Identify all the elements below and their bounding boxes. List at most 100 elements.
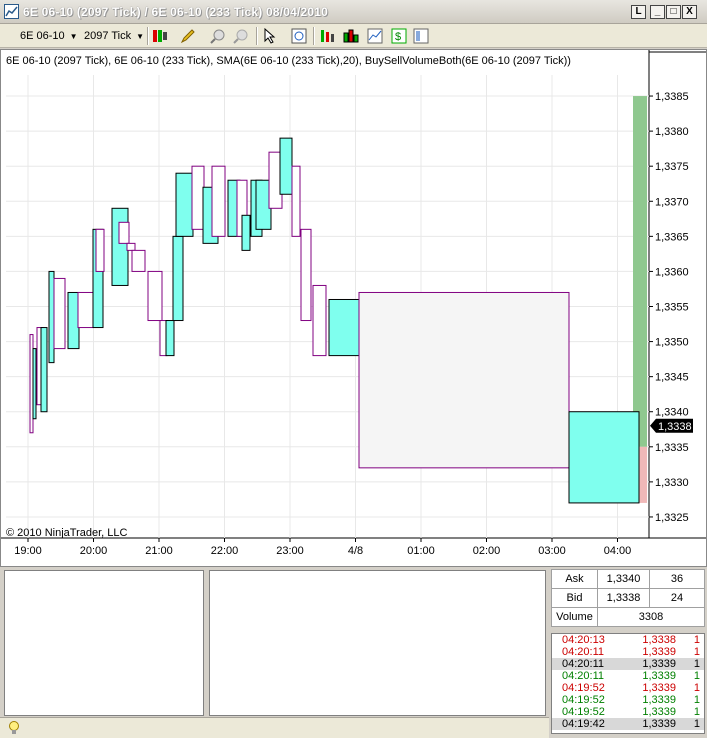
window-title-bar[interactable]: 6E 06-10 (2097 Tick) / 6E 06-10 (233 Tic… — [0, 0, 707, 24]
y-tick-label: 1,3375 — [655, 161, 689, 173]
y-tick-label: 1,3340 — [655, 407, 689, 419]
chevron-down-icon: ▼ — [69, 31, 78, 41]
candle — [300, 228, 312, 322]
status-bar — [0, 717, 549, 738]
ts-price: 1,3339 — [642, 682, 676, 694]
maximize-button[interactable]: □ — [666, 5, 681, 19]
chart-panel[interactable]: 1,3385 1,3380 1,3375 1,3370 1,3365 1,3360 1,33… — [0, 49, 707, 567]
candle — [172, 235, 184, 322]
candle — [358, 291, 570, 469]
last-price-label: 1,3338 — [658, 421, 692, 433]
lightbulb-icon[interactable] — [7, 720, 21, 736]
ts-price: 1,3339 — [642, 658, 676, 670]
chart-toolbar: 6E 06-10 ▼ 2097 Tick ▼ $ — [0, 24, 707, 48]
ask-size: 36 — [649, 569, 705, 589]
copyright-text: © 2010 NinjaTrader, LLC — [6, 527, 128, 539]
y-tick-label: 1,3355 — [655, 302, 689, 314]
y-tick-label: 1,3350 — [655, 337, 689, 349]
y-tick-label: 1,3385 — [655, 91, 689, 103]
y-tick-label: 1,3325 — [655, 512, 689, 524]
bar-chart-icon[interactable] — [343, 28, 359, 44]
candle — [241, 214, 251, 251]
ts-time: 04:19:52 — [562, 694, 605, 706]
candle — [32, 348, 37, 420]
y-tick-label: 1,3330 — [655, 477, 689, 489]
ts-row: 04:19:52 1,3339 1 — [552, 694, 704, 706]
ts-row: 04:20:11 1,3339 1 — [552, 646, 704, 658]
toolbar-divider — [256, 27, 257, 45]
dollar-icon[interactable]: $ — [391, 28, 407, 44]
data-box-icon[interactable] — [367, 28, 383, 44]
zoom-in-icon[interactable] — [210, 28, 226, 44]
candle — [118, 221, 130, 244]
x-tick-label: 22:00 — [211, 545, 239, 557]
candle — [48, 270, 55, 364]
app-chart-icon — [4, 4, 19, 19]
bid-price: 1,3338 — [597, 588, 650, 608]
cursor-pointer-icon[interactable] — [262, 28, 278, 44]
candle — [67, 291, 80, 350]
ts-size: 1 — [693, 706, 700, 718]
interval-selector[interactable]: 2097 Tick ▼ — [84, 27, 144, 45]
volume-row: Volume 3308 — [551, 607, 705, 627]
chevron-down-icon: ▼ — [136, 31, 145, 41]
chart-properties-icon[interactable] — [319, 28, 335, 44]
middle-pane[interactable] — [209, 570, 546, 716]
svg-text:$: $ — [395, 31, 401, 43]
ts-time: 04:19:52 — [562, 682, 605, 694]
x-tick-label: 19:00 — [14, 545, 42, 557]
price-chart[interactable]: 1,3385 1,3380 1,3375 1,3370 1,3365 1,3360 1,33… — [1, 50, 706, 566]
minimize-button[interactable]: _ — [650, 5, 665, 19]
ts-row: 04:20:11 1,3339 1 — [552, 670, 704, 682]
ask-price: 1,3340 — [597, 569, 650, 589]
ts-size: 1 — [693, 658, 700, 670]
buy-volume-bar — [633, 96, 647, 447]
candle — [40, 327, 48, 413]
candle — [165, 320, 175, 357]
zoom-out-icon[interactable] — [233, 28, 249, 44]
ts-time: 04:20:13 — [562, 634, 605, 646]
x-tick-label: 21:00 — [145, 545, 173, 557]
chart-info-line: 6E 06-10 (2097 Tick), 6E 06-10 (233 Tick… — [6, 55, 571, 67]
ts-price: 1,3339 — [642, 694, 676, 706]
volume-label: Volume — [551, 607, 598, 627]
strategy-icon[interactable] — [413, 28, 429, 44]
x-tick-label: 20:00 — [80, 545, 108, 557]
candle — [279, 137, 293, 195]
left-pane[interactable] — [4, 570, 204, 716]
ts-time: 04:20:11 — [562, 646, 605, 658]
candle — [131, 249, 146, 272]
quote-table: Ask 1,3340 36 Bid 1,3338 24 Volume 3308 — [551, 569, 705, 627]
candle — [568, 411, 640, 504]
candle — [328, 298, 360, 357]
instrument-selector[interactable]: 6E 06-10 ▼ — [20, 27, 78, 45]
x-tick-label: 02:00 — [473, 545, 501, 557]
x-tick-label: 04:00 — [604, 545, 632, 557]
ts-size: 1 — [693, 682, 700, 694]
candle — [291, 165, 301, 237]
ts-price: 1,3339 — [642, 670, 676, 682]
ts-row: 04:19:52 1,3339 1 — [552, 682, 704, 694]
crosshair-icon[interactable] — [291, 28, 307, 44]
link-button[interactable]: L — [631, 5, 646, 19]
close-button[interactable]: X — [682, 5, 697, 19]
candle — [95, 228, 105, 272]
candle — [191, 165, 205, 230]
ts-size: 1 — [693, 718, 700, 730]
ts-size: 1 — [693, 634, 700, 646]
candle — [77, 291, 94, 329]
candle — [53, 277, 66, 350]
bar-type-icon[interactable] — [152, 28, 168, 44]
candle — [211, 165, 226, 237]
toolbar-divider — [147, 27, 148, 45]
ts-time: 04:20:11 — [562, 670, 605, 682]
y-tick-label: 1,3360 — [655, 266, 689, 278]
ts-price: 1,3339 — [642, 718, 676, 730]
time-and-sales[interactable]: 04:20:13 1,3338 1 04:20:11 1,3339 1 04:20:11 1,… — [551, 633, 705, 734]
ts-row: 04:20:13 1,3338 1 — [552, 634, 704, 646]
bid-label: Bid — [551, 588, 598, 608]
drawing-pencil-icon[interactable] — [180, 28, 196, 44]
ts-row: 04:20:11 1,3339 1 — [552, 658, 704, 670]
ts-price: 1,3339 — [642, 646, 676, 658]
x-tick-label: 23:00 — [276, 545, 304, 557]
